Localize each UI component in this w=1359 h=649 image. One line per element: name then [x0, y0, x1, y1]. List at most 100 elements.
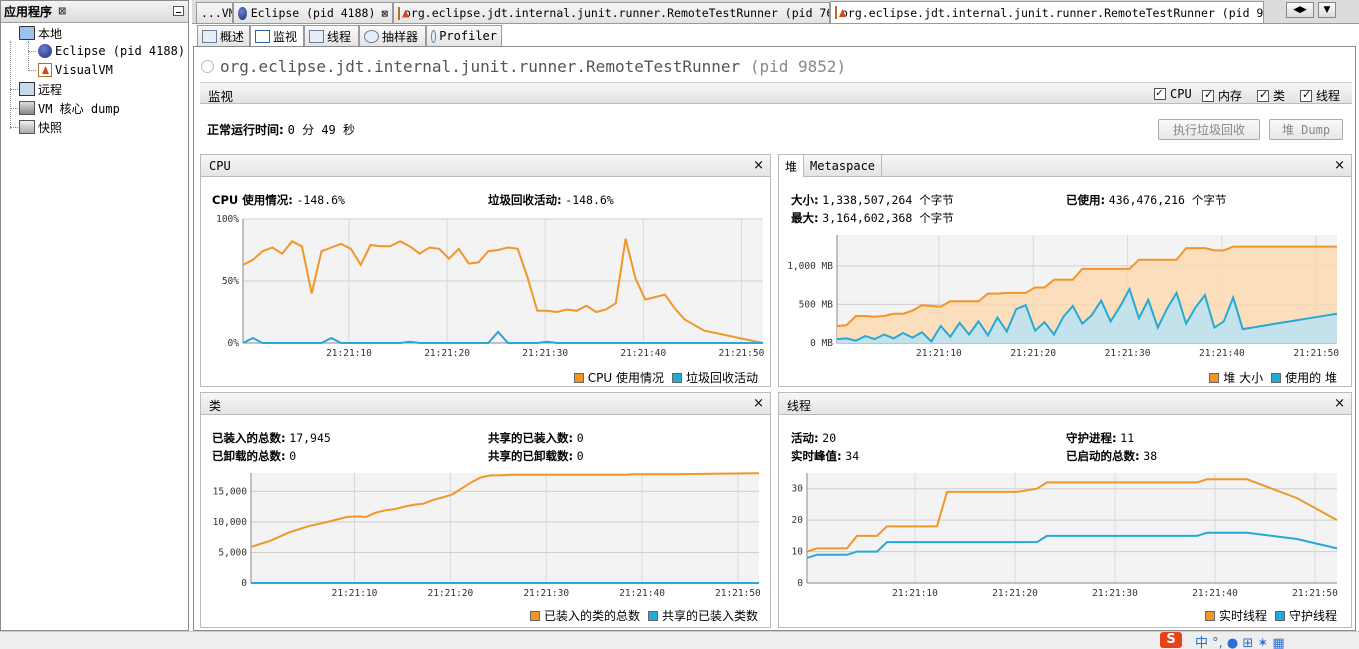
shared-loaded-value: 0	[576, 431, 584, 445]
ime-logo-icon[interactable]: S	[1160, 632, 1182, 648]
monitor-chart-icon	[255, 29, 270, 43]
threads-peak-label: 实时峰值:	[791, 449, 842, 463]
checkbox-checked-icon	[1202, 88, 1214, 102]
y-tick-label: 500 MB	[799, 299, 834, 310]
tab-sampler[interactable]: 抽样器	[359, 25, 426, 46]
threads-started-label: 已启动的总数:	[1066, 449, 1140, 463]
remote-host-icon	[19, 82, 35, 96]
close-panel-icon[interactable]: ×	[1334, 158, 1345, 173]
cpu-usage-value: -148.6%	[296, 193, 345, 207]
legend-label: 已装入的类的总数	[543, 609, 640, 623]
cpu-usage-label: CPU 使用情况:	[212, 193, 293, 207]
plot-area	[251, 473, 759, 583]
threads-peak-value: 34	[845, 449, 860, 463]
classes-loaded-value: 17,945	[289, 431, 331, 445]
legend-label: 使用的 堆	[1285, 371, 1337, 385]
java-process-icon	[835, 6, 837, 19]
ime-tray-icons[interactable]: 中 °, ● ⊞ ✶ ▦	[1195, 632, 1285, 649]
tree-item-remote[interactable]: 远程	[19, 80, 62, 98]
tree-item-label: 快照	[38, 120, 63, 135]
tree-item-label: 本地	[38, 26, 63, 41]
legend-swatch	[1204, 610, 1215, 621]
x-tick-label: 21:21:40	[619, 588, 665, 599]
core-dump-icon	[19, 101, 35, 115]
close-tab-icon[interactable]: ⊠	[381, 7, 388, 20]
close-panel-icon[interactable]: ×	[753, 158, 764, 173]
sampler-icon	[364, 29, 379, 43]
threads-panel-title: 线程	[787, 399, 812, 413]
uptime-value: 0 分 49 秒	[287, 123, 355, 137]
shared-loaded-label: 共享的已装入数:	[488, 431, 574, 445]
legend-swatch	[529, 610, 540, 621]
doc-tab-pid-9852[interactable]: org.eclipse.jdt.internal.junit.runner.Re…	[830, 1, 1264, 23]
close-panel-icon[interactable]: ×	[1334, 396, 1345, 411]
checkbox-cpu[interactable]: CPU	[1154, 86, 1192, 101]
tree-item-core-dump[interactable]: VM 核心 dump	[19, 99, 120, 117]
tree-item-label: VM 核心 dump	[38, 101, 120, 116]
monitor-view: org.eclipse.jdt.internal.junit.runner.Re…	[193, 46, 1356, 631]
tab-overview[interactable]: 概述	[197, 25, 250, 46]
close-panel-icon[interactable]: ⊠	[58, 6, 66, 17]
threads-legend: 实时线程 守护线程	[1197, 607, 1337, 624]
visualvm-icon	[38, 63, 52, 77]
legend-label: 垃圾回收活动	[685, 371, 758, 385]
close-panel-icon[interactable]: ×	[753, 396, 764, 411]
legend-swatch	[573, 372, 584, 383]
applications-panel: 应用程序 ⊠ 本地 Eclipse (pid 4188) VisualVM 远程…	[0, 0, 189, 631]
heap-legend: 堆 大小 使用的 堆	[1201, 369, 1337, 386]
heap-size-value: 1,338,507,264 个字节	[822, 193, 954, 207]
scroll-tabs-button[interactable]: ◀▶	[1286, 2, 1314, 18]
tab-heap[interactable]: 堆	[779, 155, 805, 177]
heap-chart: 1,000 MB 500 MB 0 MB 21:21:10 21:21:20 21:21:…	[787, 235, 1339, 359]
doc-tab-visualvm[interactable]: ...VM	[196, 2, 233, 23]
tree-item-eclipse[interactable]: Eclipse (pid 4188)	[38, 42, 185, 60]
classes-unloaded-value: 0	[289, 449, 297, 463]
minimize-panel-icon[interactable]	[173, 6, 184, 16]
tab-monitor[interactable]: 监视	[250, 25, 304, 46]
tab-label: Metaspace	[810, 159, 876, 173]
y-tick-label: 0%	[228, 338, 240, 349]
y-tick-label: 1,000 MB	[787, 261, 833, 272]
checkbox-memory[interactable]: 内存	[1202, 87, 1242, 104]
gc-activity-label: 垃圾回收活动:	[488, 193, 562, 207]
threads-live-label: 活动:	[791, 431, 819, 445]
classes-loaded-label: 已装入的总数:	[212, 431, 286, 445]
legend-swatch	[1274, 610, 1285, 621]
tree-item-local[interactable]: 本地	[19, 24, 62, 42]
tab-threads[interactable]: 线程	[304, 25, 359, 46]
x-tick-label: 21:21:20	[424, 348, 470, 359]
legend-label: 实时线程	[1218, 609, 1267, 623]
y-tick-label: 10	[792, 547, 804, 558]
process-name: org.eclipse.jdt.internal.junit.runner.Re…	[220, 57, 741, 76]
y-tick-label: 20	[792, 515, 804, 526]
y-tick-label: 5,000	[218, 547, 247, 558]
legend-label: CPU 使用情况	[587, 371, 664, 385]
heap-max-label: 最大:	[791, 211, 819, 225]
perform-gc-button[interactable]: 执行垃圾回收	[1158, 119, 1260, 140]
checkbox-checked-icon	[1257, 88, 1269, 102]
tab-list-dropdown-icon[interactable]: ▼	[1318, 2, 1336, 18]
tab-profiler[interactable]: Profiler	[426, 25, 502, 46]
uptime: 正常运行时间: 0 分 49 秒	[207, 121, 355, 138]
x-tick-label: 21:21:30	[1092, 588, 1138, 599]
legend-label: 共享的已装入类数	[661, 609, 758, 623]
doc-tab-label: org.eclipse.jdt.internal.junit.runner.Re…	[404, 6, 830, 20]
tab-metaspace[interactable]: Metaspace	[804, 155, 883, 177]
doc-tab-pid-7644[interactable]: org.eclipse.jdt.internal.junit.runner.Re…	[393, 2, 830, 23]
tree-item-visualvm[interactable]: VisualVM	[38, 61, 113, 79]
heap-dump-button[interactable]: 堆 Dump	[1269, 119, 1343, 140]
threads-started-value: 38	[1143, 449, 1158, 463]
applications-header: 应用程序 ⊠	[1, 1, 188, 23]
x-tick-label: 21:21:50	[719, 348, 765, 359]
checkbox-checked-icon	[1300, 88, 1312, 102]
tab-label: Profiler	[439, 29, 497, 43]
threads-panel: 线程 × 活动: 20 实时峰值: 34 守护进程: 11 已启动的总数: 38…	[778, 392, 1352, 628]
classes-unloaded-label: 已卸载的总数:	[212, 449, 286, 463]
checkbox-threads[interactable]: 线程	[1300, 87, 1340, 104]
doc-tab-eclipse[interactable]: Eclipse (pid 4188) ⊠	[233, 2, 393, 23]
doc-tab-label: ...VM	[201, 6, 233, 20]
checkbox-classes[interactable]: 类	[1257, 87, 1285, 104]
tab-label: 概述	[220, 29, 245, 44]
tree-item-snapshot[interactable]: 快照	[19, 118, 62, 136]
classes-chart: 15,000 10,000 5,000 0 21:21:10 21:21:20 21:21:…	[213, 472, 761, 599]
